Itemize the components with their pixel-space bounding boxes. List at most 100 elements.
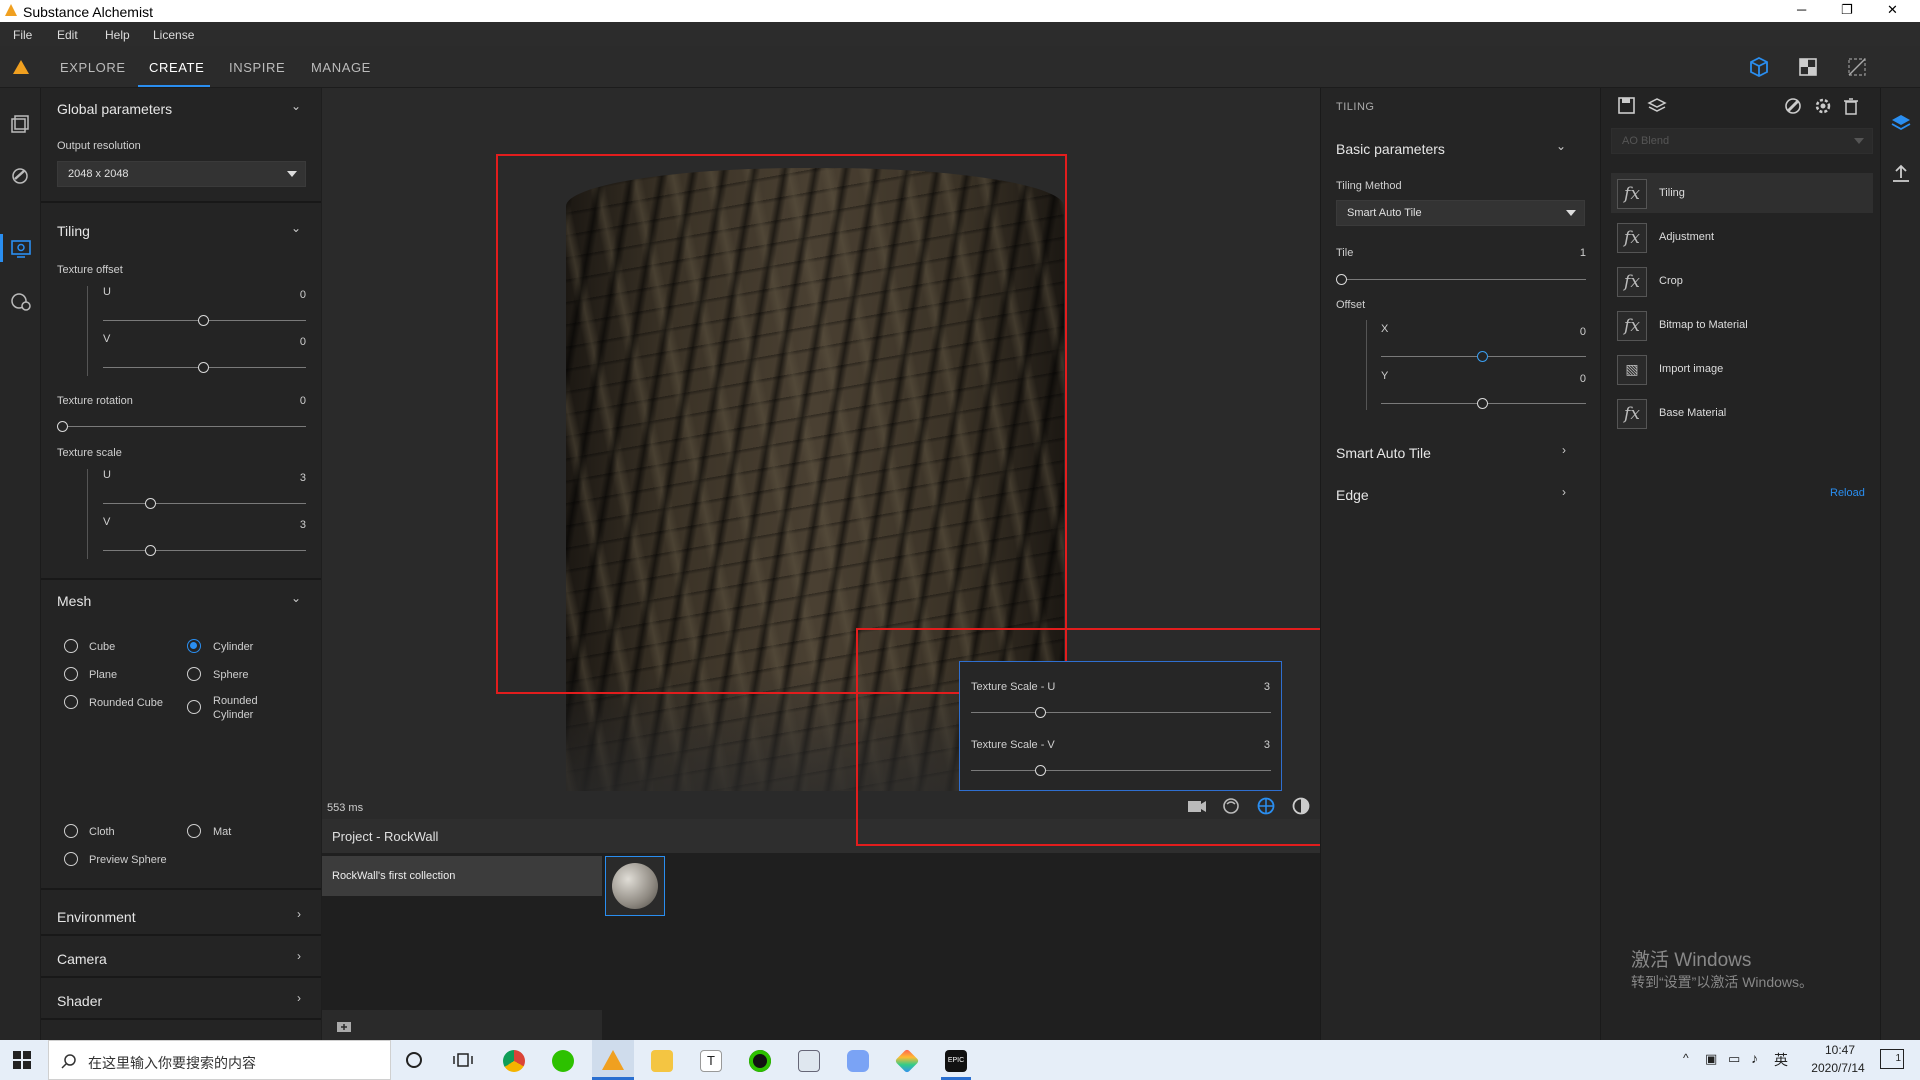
clock-date[interactable]: 2020/7/14 <box>1798 1061 1878 1075</box>
taskbar-search-box[interactable]: 在这里输入你要搜索的内容 <box>48 1040 391 1080</box>
project-title: Project - RockWall <box>332 829 439 844</box>
mesh-radio-sphere[interactable] <box>187 667 201 681</box>
layer-item-import-image[interactable]: ▧ Import image <box>1611 349 1873 389</box>
camera-header[interactable]: Camera › <box>41 938 321 978</box>
title-bar: Substance Alchemist ─ ❐ ✕ <box>0 0 1920 22</box>
menu-file[interactable]: File <box>13 28 32 42</box>
wechat-icon[interactable] <box>552 1050 574 1072</box>
environment-header[interactable]: Environment › <box>41 896 321 936</box>
trash-icon[interactable] <box>1841 96 1861 116</box>
settings-icon[interactable] <box>1813 96 1833 116</box>
window-title: Substance Alchemist <box>23 4 153 20</box>
rotation-slider-handle[interactable] <box>57 421 68 432</box>
tray-app-icon[interactable]: ▣ <box>1705 1051 1717 1067</box>
blend-mode-dropdown[interactable]: AO Blend <box>1611 128 1873 154</box>
library-icon[interactable] <box>10 114 30 134</box>
reload-link[interactable]: Reload <box>1830 487 1865 499</box>
export-icon[interactable] <box>1890 163 1912 185</box>
3d-view-icon[interactable] <box>1748 56 1770 78</box>
layers-add-icon[interactable] <box>1647 96 1667 116</box>
material-thumbnail[interactable] <box>605 856 665 916</box>
menu-license[interactable]: License <box>153 28 194 42</box>
offset-v-slider-handle[interactable] <box>198 362 209 373</box>
mesh-radio-cloth[interactable] <box>64 824 78 838</box>
basic-parameters-header[interactable]: Basic parameters ⌄ <box>1321 128 1586 168</box>
tab-create[interactable]: CREATE <box>149 60 204 75</box>
mesh-radio-plane[interactable] <box>64 667 78 681</box>
layer-item-adjustment[interactable]: fx Adjustment <box>1611 217 1873 257</box>
add-folder-icon[interactable] <box>336 1019 352 1033</box>
mesh-radio-rounded-cube[interactable] <box>64 695 78 709</box>
layer-item-tiling[interactable]: fx Tiling <box>1611 173 1873 213</box>
chrome-icon[interactable] <box>503 1050 525 1072</box>
mesh-radio-rounded-cylinder[interactable] <box>187 700 201 714</box>
scale-u-slider-handle[interactable] <box>145 498 156 509</box>
global-parameters-header[interactable]: Global parameters ⌄ <box>41 88 321 128</box>
network-icon[interactable]: ▭ <box>1728 1051 1740 1067</box>
cloud-app-icon[interactable] <box>847 1050 869 1072</box>
tiling-header[interactable]: Tiling ⌄ <box>41 210 321 250</box>
notification-center-icon[interactable]: 1 <box>1880 1049 1904 1069</box>
tile-label: Tile <box>1336 247 1354 259</box>
cortana-icon[interactable] <box>405 1051 423 1069</box>
smart-auto-tile-header[interactable]: Smart Auto Tile › <box>1321 432 1586 472</box>
layer-item-crop[interactable]: fx Crop <box>1611 261 1873 301</box>
close-button[interactable]: ✕ <box>1887 2 1898 18</box>
offset-label: Offset <box>1336 299 1366 311</box>
offset-x-slider-handle[interactable] <box>1477 351 1488 362</box>
layer-name: Bitmap to Material <box>1659 319 1748 331</box>
mesh-radio-mat[interactable] <box>187 824 201 838</box>
output-resolution-dropdown[interactable]: 2048 x 2048 <box>57 161 306 187</box>
save-icon[interactable] <box>1617 96 1637 116</box>
2d-view-icon[interactable] <box>1797 56 1819 78</box>
split-view-icon[interactable] <box>1846 56 1868 78</box>
mesh-radio-cylinder[interactable] <box>187 639 201 653</box>
offset-y-value: 0 <box>1579 373 1586 385</box>
tab-manage[interactable]: MANAGE <box>311 60 371 75</box>
windows-start-icon[interactable] <box>13 1051 31 1069</box>
mesh-header[interactable]: Mesh ⌄ <box>41 580 321 620</box>
rotation-track[interactable] <box>57 426 306 427</box>
collection-item[interactable]: RockWall's first collection <box>322 856 602 896</box>
tray-expand-icon[interactable]: ^ <box>1683 1051 1689 1065</box>
scale-v-track[interactable] <box>103 550 306 551</box>
minimize-button[interactable]: ─ <box>1797 2 1806 17</box>
tiling-method-dropdown[interactable]: Smart Auto Tile <box>1336 200 1585 226</box>
scene-settings-icon[interactable] <box>10 238 32 260</box>
layers-icon[interactable] <box>1890 112 1912 134</box>
layer-item-base-material[interactable]: fx Base Material <box>1611 393 1873 433</box>
shader-header[interactable]: Shader › <box>41 980 321 1020</box>
divider <box>41 201 321 203</box>
mesh-radio-cube[interactable] <box>64 639 78 653</box>
alchemist-logo-icon[interactable] <box>13 60 29 74</box>
typora-icon[interactable]: T <box>700 1050 722 1072</box>
restore-button[interactable]: ❐ <box>1841 2 1853 18</box>
mesh-radio-preview-sphere[interactable] <box>64 852 78 866</box>
scale-u-track[interactable] <box>103 503 306 504</box>
substance-alchemist-taskbar-icon[interactable] <box>602 1050 624 1070</box>
tab-inspire[interactable]: INSPIRE <box>229 60 285 75</box>
tile-track[interactable] <box>1336 279 1586 280</box>
offset-u-slider-handle[interactable] <box>198 315 209 326</box>
epic-games-icon[interactable]: EPIC <box>945 1050 967 1072</box>
render-settings-icon[interactable] <box>10 290 32 312</box>
edge-header[interactable]: Edge › <box>1321 474 1586 514</box>
volume-icon[interactable]: ♪ <box>1751 1050 1758 1066</box>
remote-desktop-icon[interactable] <box>798 1050 820 1072</box>
menu-edit[interactable]: Edit <box>57 28 78 42</box>
offset-y-slider-handle[interactable] <box>1477 398 1488 409</box>
task-view-icon[interactable] <box>453 1051 473 1069</box>
mask-icon[interactable] <box>1783 96 1803 116</box>
clock-time[interactable]: 10:47 <box>1805 1043 1875 1057</box>
menu-help[interactable]: Help <box>105 28 130 42</box>
tile-slider-handle[interactable] <box>1336 274 1347 285</box>
material-ball-icon[interactable] <box>10 166 30 186</box>
evernote-icon[interactable] <box>749 1050 771 1072</box>
tab-explore[interactable]: EXPLORE <box>60 60 126 75</box>
ime-indicator[interactable]: 英 <box>1774 1050 1788 1070</box>
scale-v-slider-handle[interactable] <box>145 545 156 556</box>
file-explorer-icon[interactable] <box>651 1050 673 1072</box>
layer-name: Tiling <box>1659 187 1685 199</box>
layer-item-bitmap-to-material[interactable]: fx Bitmap to Material <box>1611 305 1873 345</box>
figma-like-icon[interactable] <box>894 1048 920 1074</box>
